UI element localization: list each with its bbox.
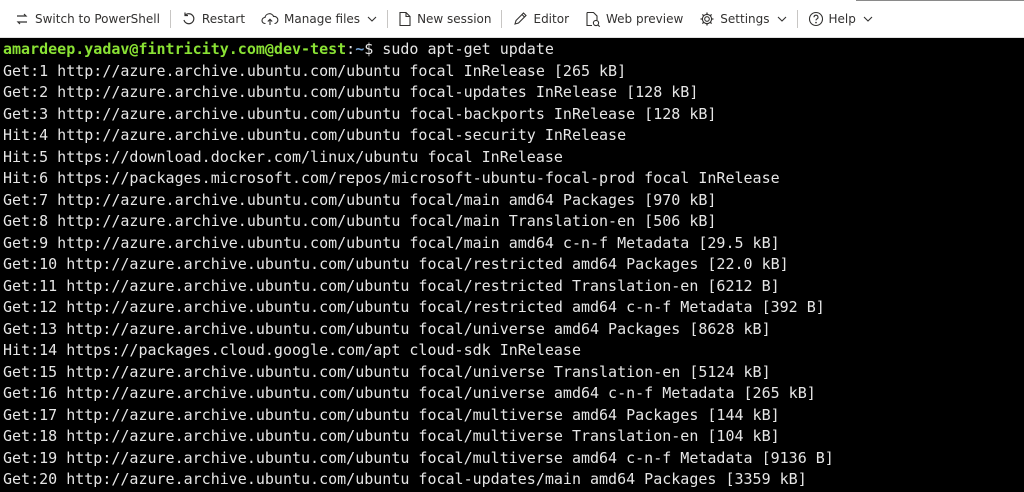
web-preview-button[interactable]: Web preview bbox=[577, 0, 691, 37]
prompt-path: ~ bbox=[355, 40, 365, 58]
help-question-icon bbox=[808, 11, 823, 26]
pencil-icon bbox=[514, 11, 528, 25]
settings-label: Settings bbox=[720, 11, 770, 26]
toolbar-divider bbox=[796, 9, 798, 28]
terminal-line: Get:18 http://azure.archive.ubuntu.com/u… bbox=[3, 427, 780, 445]
help-button[interactable]: Help bbox=[800, 0, 881, 37]
editor-button[interactable]: Editor bbox=[504, 0, 577, 37]
restart-label: Restart bbox=[201, 11, 246, 26]
new-session-label: New session bbox=[417, 11, 492, 26]
restart-icon bbox=[183, 12, 195, 24]
prompt-user: amardeep.yadav@fintricity.com@dev-test bbox=[3, 40, 347, 58]
new-document-icon bbox=[399, 11, 411, 26]
editor-label: Editor bbox=[533, 11, 569, 26]
web-preview-icon bbox=[586, 11, 601, 27]
settings-button[interactable]: Settings bbox=[691, 0, 794, 37]
terminal-line: Get:15 http://azure.archive.ubuntu.com/u… bbox=[3, 362, 771, 381]
gear-icon bbox=[700, 12, 714, 25]
terminal-line: Get:19 http://azure.archive.ubuntu.com/u… bbox=[3, 448, 834, 467]
switch-to-powershell-button[interactable]: Switch to PowerShell bbox=[6, 0, 168, 37]
terminal-line: Get:16 http://azure.archive.ubuntu.com/u… bbox=[3, 384, 816, 402]
terminal-line: Get:1 http://azure.archive.ubuntu.com/ub… bbox=[3, 61, 627, 80]
terminal-line: Get:3 http://azure.archive.ubuntu.com/ub… bbox=[3, 104, 717, 123]
terminal-line: Hit:4 http://azure.archive.ubuntu.com/ub… bbox=[3, 126, 627, 144]
manage-files-button[interactable]: Manage files bbox=[253, 0, 385, 37]
restart-button[interactable]: Restart bbox=[173, 0, 253, 37]
terminal-line: Get:17 http://azure.archive.ubuntu.com/u… bbox=[3, 405, 780, 424]
prompt-command: sudo apt-get update bbox=[382, 40, 554, 58]
terminal-line: Get:2 http://azure.archive.ubuntu.com/ub… bbox=[3, 83, 699, 101]
chevron-down-icon bbox=[777, 16, 786, 22]
new-session-button[interactable]: New session bbox=[390, 0, 499, 37]
terminal-line: Get:12 http://azure.archive.ubuntu.com/u… bbox=[3, 298, 825, 316]
chevron-down-icon bbox=[863, 16, 873, 22]
terminal-line: Get:8 http://azure.archive.ubuntu.com/ub… bbox=[3, 212, 717, 230]
window-edge-line bbox=[856, 0, 1024, 1]
prompt-symbol: $ bbox=[364, 40, 383, 58]
terminal-line: Get:13 http://azure.archive.ubuntu.com/u… bbox=[3, 319, 771, 338]
manage-files-label: Manage files bbox=[284, 11, 361, 26]
chevron-down-icon bbox=[367, 16, 377, 22]
help-label: Help bbox=[828, 11, 856, 26]
terminal-prompt-line: amardeep.yadav@fintricity.com@dev-test:~… bbox=[3, 39, 1024, 61]
cloud-shell-toolbar: Switch to PowerShell Restart Manage file… bbox=[0, 0, 1024, 38]
toolbar-divider bbox=[387, 9, 389, 28]
terminal-line: Get:7 http://azure.archive.ubuntu.com/ub… bbox=[3, 190, 717, 209]
terminal-line: Get:20 http://azure.archive.ubuntu.com/u… bbox=[3, 470, 807, 488]
switch-to-powershell-label: Switch to PowerShell bbox=[35, 11, 160, 26]
terminal-lines: Get:1 http://azure.archive.ubuntu.com/ub… bbox=[3, 61, 1024, 491]
terminal-line: Hit:5 https://download.docker.com/linux/… bbox=[3, 147, 563, 166]
terminal-line: Hit:6 https://packages.microsoft.com/rep… bbox=[3, 169, 780, 187]
web-preview-label: Web preview bbox=[606, 11, 684, 26]
toolbar-divider bbox=[501, 9, 503, 28]
cloud-upload-icon bbox=[261, 12, 279, 25]
toolbar-divider bbox=[169, 9, 171, 28]
terminal-output[interactable]: amardeep.yadav@fintricity.com@dev-test:~… bbox=[0, 38, 1024, 492]
terminal-line: Get:10 http://azure.archive.ubuntu.com/u… bbox=[3, 255, 789, 273]
terminal-line: Hit:14 https://packages.cloud.google.com… bbox=[3, 341, 581, 359]
prompt-separator: : bbox=[346, 40, 356, 58]
terminal-line: Get:11 http://azure.archive.ubuntu.com/u… bbox=[3, 276, 780, 295]
terminal-line: Get:9 http://azure.archive.ubuntu.com/ub… bbox=[3, 233, 780, 252]
switch-arrows-icon bbox=[16, 13, 28, 24]
